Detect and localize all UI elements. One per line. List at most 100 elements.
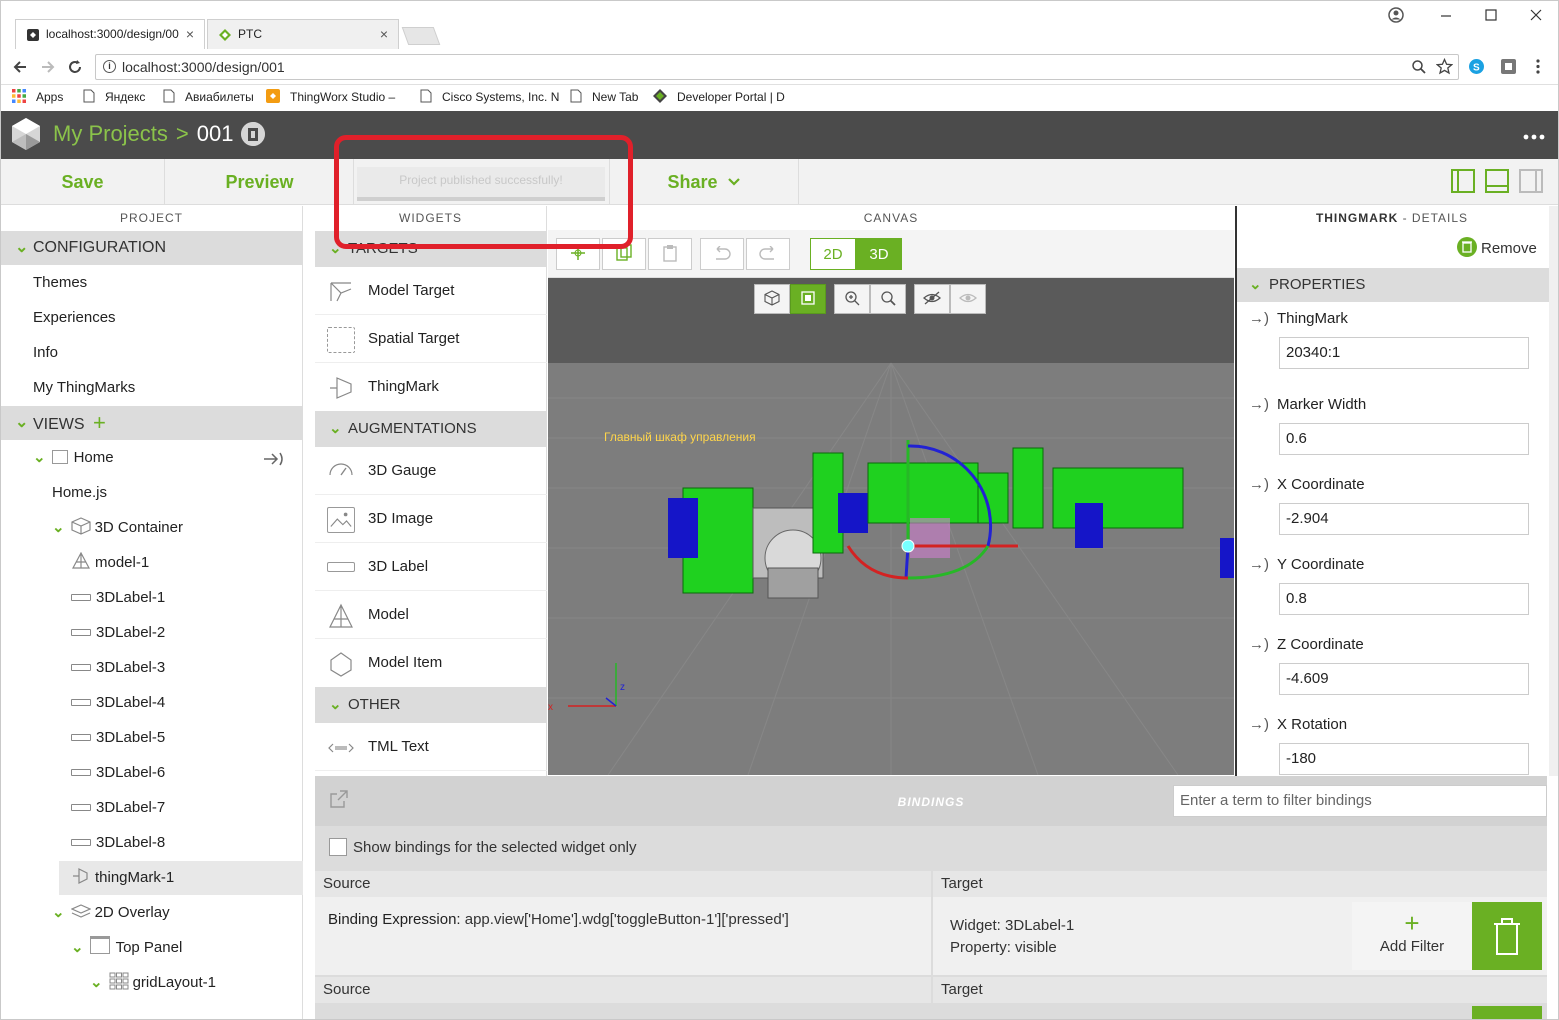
other-section[interactable]: ⌄ OTHER — [315, 687, 547, 723]
browser-tab-active[interactable]: localhost:3000/design/00 × — [15, 19, 205, 49]
forward-icon[interactable] — [39, 58, 57, 76]
extension-icon[interactable] — [1500, 58, 1517, 75]
breadcrumb-my-projects[interactable]: My Projects — [53, 121, 168, 146]
show-button[interactable] — [950, 284, 986, 314]
tree-item-3d-container[interactable]: ⌄ 3D Container — [52, 511, 183, 545]
bookmark-cisco[interactable]: Cisco Systems, Inc. N — [420, 89, 559, 104]
zoom-icon[interactable] — [1411, 59, 1427, 75]
bookmark-yandex[interactable]: Яндекс — [83, 89, 145, 104]
layout-right-panel-icon[interactable] — [1519, 169, 1543, 193]
navigate-arrow-icon[interactable] — [263, 452, 285, 466]
reload-icon[interactable] — [66, 58, 84, 76]
binding-row-source[interactable]: Binding Expression: app.view['Home'].wdg… — [315, 897, 931, 975]
details-scrollbar[interactable] — [1549, 206, 1558, 776]
paste-button[interactable] — [648, 238, 692, 270]
undo-button[interactable] — [700, 238, 744, 270]
mode-2d-button[interactable]: 2D — [810, 238, 856, 270]
share-button[interactable]: Share — [609, 159, 799, 205]
maximize-icon[interactable] — [1483, 7, 1499, 23]
tree-item-2d-overlay[interactable]: ⌄ 2D Overlay — [52, 896, 170, 930]
prop-input-marker-width[interactable]: 0.6 — [1279, 423, 1529, 455]
tree-item-3dlabel-7[interactable]: 3DLabel-7 — [71, 791, 165, 825]
config-item-experiences[interactable]: Experiences — [33, 301, 116, 335]
back-icon[interactable] — [11, 58, 29, 76]
augmentations-section[interactable]: ⌄ AUGMENTATIONS — [315, 411, 547, 447]
show-selected-only-checkbox[interactable]: Show bindings for the selected widget on… — [329, 838, 637, 856]
tree-item-3dlabel-8[interactable]: 3DLabel-8 — [71, 826, 165, 860]
more-options-icon[interactable] — [1523, 134, 1545, 140]
properties-section[interactable]: ⌄ PROPERTIES — [1237, 268, 1549, 302]
scene-label-main[interactable]: Главный шкаф управления — [604, 430, 756, 444]
add-filter-button[interactable]: + Add Filter — [1352, 902, 1472, 970]
view-frame-button[interactable] — [790, 284, 826, 314]
tree-item-3dlabel-3[interactable]: 3DLabel-3 — [71, 651, 165, 685]
widget-3d-image[interactable]: 3D Image — [315, 495, 547, 543]
site-info-icon[interactable]: i — [103, 60, 116, 73]
tree-item-model-1[interactable]: model-1 — [71, 546, 149, 580]
widget-3d-gauge[interactable]: 3D Gauge — [315, 447, 547, 495]
tree-item-home-js[interactable]: Home.js — [52, 476, 107, 510]
tree-item-3dlabel-1[interactable]: 3DLabel-1 — [71, 581, 165, 615]
tree-item-home[interactable]: ⌄ Home — [33, 441, 114, 475]
widget-spatial-target[interactable]: Spatial Target — [315, 315, 547, 363]
tree-item-top-panel[interactable]: ⌄ Top Panel — [71, 931, 182, 965]
config-item-themes[interactable]: Themes — [33, 266, 87, 300]
widget-model-item[interactable]: Model Item — [315, 639, 547, 687]
bookmark-aviabilety[interactable]: Авиабилеты — [163, 89, 254, 104]
views-section[interactable]: ⌄ VIEWS + — [1, 406, 303, 440]
new-tab-button[interactable] — [401, 27, 441, 45]
skype-extension-icon[interactable]: S — [1468, 58, 1485, 75]
widget-model[interactable]: Model — [315, 591, 547, 639]
checkbox[interactable] — [329, 838, 347, 856]
delete-binding-button-2[interactable] — [1472, 1006, 1542, 1019]
binding-arrow-icon[interactable]: →) — [1249, 476, 1269, 493]
configuration-section[interactable]: ⌄ CONFIGURATION — [1, 231, 303, 265]
config-item-info[interactable]: Info — [33, 336, 58, 370]
binding-arrow-icon[interactable]: →) — [1249, 716, 1269, 733]
redo-button[interactable] — [746, 238, 790, 270]
save-button[interactable]: Save — [1, 159, 165, 205]
widget-thingmark[interactable]: ThingMark — [315, 363, 547, 411]
bookmark-apps[interactable]: Apps — [12, 89, 63, 104]
close-window-icon[interactable] — [1528, 7, 1544, 23]
config-item-my-thingmarks[interactable]: My ThingMarks — [33, 371, 135, 405]
url-input[interactable]: i localhost:3000/design/001 — [95, 54, 1459, 80]
zoom-selected-button[interactable] — [870, 284, 906, 314]
tree-item-3dlabel-6[interactable]: 3DLabel-6 — [71, 756, 165, 790]
minimize-icon[interactable] — [1438, 7, 1454, 23]
hide-button[interactable] — [914, 284, 950, 314]
prop-input-thingmark[interactable]: 20340:1 — [1279, 337, 1529, 369]
tree-item-3dlabel-4[interactable]: 3DLabel-4 — [71, 686, 165, 720]
binding-arrow-icon[interactable]: →) — [1249, 556, 1269, 573]
prop-input-y-coordinate[interactable]: 0.8 — [1279, 583, 1529, 615]
layout-bottom-panel-icon[interactable] — [1485, 169, 1509, 193]
binding-arrow-icon[interactable]: →) — [1249, 396, 1269, 413]
close-tab-icon[interactable]: × — [380, 20, 388, 48]
binding-arrow-icon[interactable]: →) — [1249, 310, 1269, 327]
project-info-icon[interactable] — [241, 122, 265, 146]
bookmark-developer-portal[interactable]: Developer Portal | D — [653, 89, 785, 104]
widget-3d-label[interactable]: 3D Label — [315, 543, 547, 591]
view-cube-button[interactable] — [754, 284, 790, 314]
add-view-icon[interactable]: + — [93, 410, 106, 435]
tree-item-3dlabel-5[interactable]: 3DLabel-5 — [71, 721, 165, 755]
bookmark-new-tab[interactable]: New Tab — [570, 89, 638, 104]
tree-item-gridlayout-1[interactable]: ⌄ gridLayout-1 — [90, 966, 216, 1000]
remove-button[interactable]: Remove — [1457, 237, 1537, 257]
layout-left-panel-icon[interactable] — [1451, 169, 1475, 193]
chrome-menu-icon[interactable] — [1534, 58, 1542, 75]
bookmark-thingworx-studio[interactable]: ThingWorx Studio – — [266, 89, 395, 104]
delete-binding-button[interactable] — [1472, 902, 1542, 970]
zoom-in-button[interactable] — [834, 284, 870, 314]
browser-tab-ptc[interactable]: PTC × — [207, 19, 399, 49]
profile-icon[interactable] — [1388, 7, 1404, 23]
prop-input-x-rotation[interactable]: -180 — [1279, 743, 1529, 775]
prop-input-x-coordinate[interactable]: -2.904 — [1279, 503, 1529, 535]
tree-item-3dlabel-2[interactable]: 3DLabel-2 — [71, 616, 165, 650]
bindings-filter-input[interactable]: Enter a term to filter bindings — [1173, 785, 1547, 817]
vuforia-logo-icon[interactable] — [11, 117, 41, 151]
prop-input-z-coordinate[interactable]: -4.609 — [1279, 663, 1529, 695]
3d-canvas-viewport[interactable]: z x Главный шкаф управления — [548, 278, 1234, 775]
bookmark-star-icon[interactable] — [1436, 58, 1453, 75]
mode-3d-button[interactable]: 3D — [856, 238, 902, 270]
